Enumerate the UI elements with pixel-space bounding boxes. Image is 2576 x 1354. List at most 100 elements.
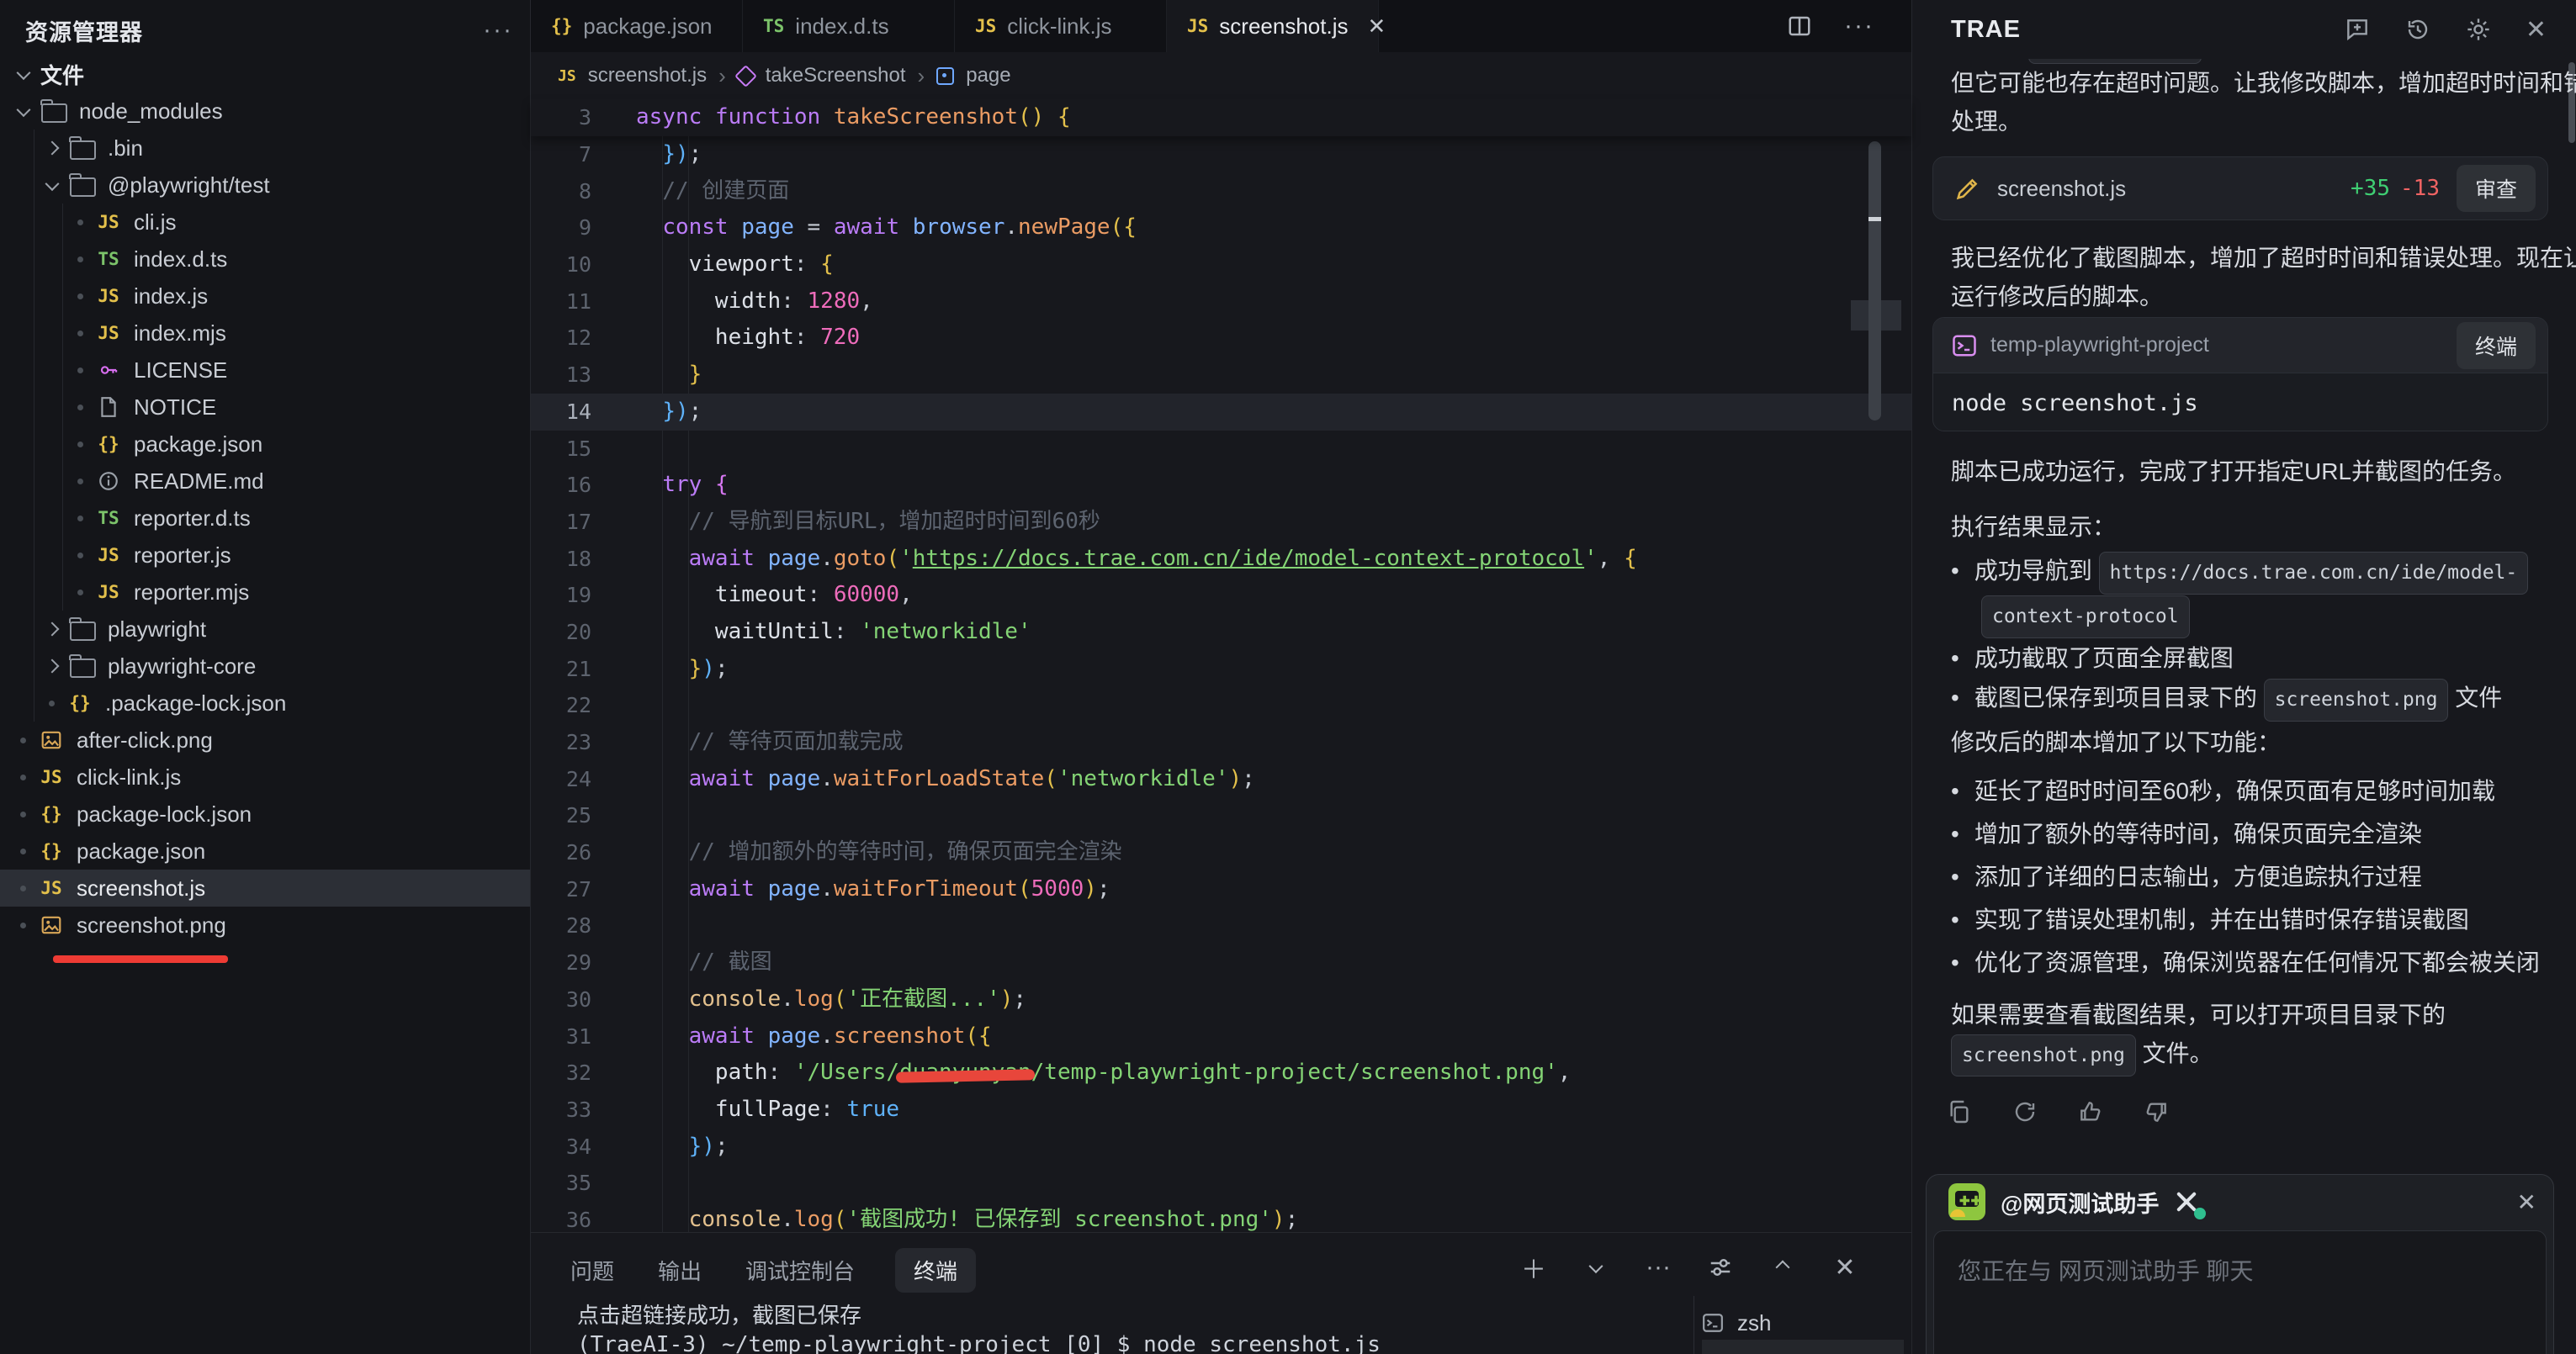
explorer-more-icon[interactable]: ··· (483, 16, 513, 45)
chevron-down-icon[interactable] (1583, 1255, 1609, 1280)
new-chat-icon[interactable] (2344, 16, 2371, 43)
code-line-36[interactable]: 36 console.log('截图成功! 已保存到 screenshot.pn… (531, 1202, 1911, 1232)
history-icon[interactable] (2404, 16, 2431, 43)
split-editor-icon[interactable] (1787, 13, 1812, 39)
diff-card[interactable]: screenshot.js +35 -13 审查 (1932, 156, 2548, 220)
code-line-22[interactable]: 22 (531, 687, 1911, 724)
tree-item-@playwright-test[interactable]: @playwright/test (0, 167, 530, 204)
terminal-output[interactable]: 点击超链接成功，截图已保存 (TraeAI-3) ~/temp-playwrig… (577, 1302, 1381, 1354)
panel-tab-problems[interactable]: 问题 (567, 1248, 617, 1293)
code-line-16[interactable]: 16 try { (531, 467, 1911, 504)
code-line-17[interactable]: 17 // 导航到目标URL，增加超时时间到60秒 (531, 504, 1911, 541)
chat-input[interactable]: 您正在与 网页测试助手 聊天 (1933, 1230, 2547, 1354)
tree-item-cli.js[interactable]: JScli.js (0, 204, 530, 241)
tree-item-LICENSE[interactable]: LICENSE (0, 352, 530, 389)
thumbs-up-icon[interactable] (2077, 1098, 2104, 1125)
code-line-27[interactable]: 27 await page.waitForTimeout(5000); (531, 871, 1911, 908)
code-line-26[interactable]: 26 // 增加额外的等待时间，确保页面完全渲染 (531, 834, 1911, 871)
code-line-32[interactable]: 32 path: '/Users/duanyunyan/temp-playwri… (531, 1055, 1911, 1092)
tree-item-reporter.mjs[interactable]: JSreporter.mjs (0, 574, 530, 611)
code-line-34[interactable]: 34 }); (531, 1129, 1911, 1166)
regenerate-icon[interactable] (2012, 1098, 2038, 1125)
gear-icon[interactable] (2465, 16, 2492, 43)
code-line-30[interactable]: 30 console.log('正在截图...'); (531, 981, 1911, 1018)
code-line-18[interactable]: 18 await page.goto('https://docs.trae.co… (531, 541, 1911, 578)
breadcrumb-symbol[interactable]: takeScreenshot (766, 64, 906, 87)
code-area[interactable]: 7 });8 // 创建页面9 const page = await brows… (531, 136, 1911, 1232)
tree-item-package-lock.json[interactable]: {}package-lock.json (0, 796, 530, 833)
code-line-31[interactable]: 31 await page.screenshot({ (531, 1018, 1911, 1055)
code-line-11[interactable]: 11 width: 1280, (531, 283, 1911, 320)
tree-item-node-modules[interactable]: node_modules (0, 93, 530, 130)
code-line-23[interactable]: 23 // 等待页面加载完成 (531, 724, 1911, 761)
tree-item-after-click.png[interactable]: after-click.png (0, 722, 530, 759)
explorer-title: 资源管理器 (25, 14, 143, 47)
tab-index-d-ts[interactable]: TS index.d.ts (743, 0, 955, 52)
tree-item-index.mjs[interactable]: JSindex.mjs (0, 315, 530, 352)
json-icon: {} (66, 689, 94, 717)
panel-tab-terminal[interactable]: 终端 (895, 1248, 976, 1293)
scrollbar-thumb[interactable] (1868, 141, 1881, 420)
code-line-14[interactable]: 14 }); (531, 394, 1911, 431)
tree-item-playwright-core[interactable]: playwright-core (0, 648, 530, 685)
tree-item-index.d.ts[interactable]: TSindex.d.ts (0, 241, 530, 278)
tab-label: screenshot.js (1219, 13, 1348, 40)
code-line-33[interactable]: 33 fullPage: true (531, 1092, 1911, 1129)
close-panel-icon[interactable]: ✕ (1832, 1255, 1858, 1280)
terminal-settings-icon[interactable] (1708, 1255, 1733, 1280)
thumbs-down-icon[interactable] (2143, 1098, 2170, 1125)
more-actions-icon[interactable]: ··· (1646, 1255, 1671, 1280)
tree-item-reporter.d.ts[interactable]: TSreporter.d.ts (0, 500, 530, 537)
new-terminal-icon[interactable]: ＋ (1521, 1255, 1546, 1280)
tree-item-.bin[interactable]: .bin (0, 130, 530, 167)
code-line-24[interactable]: 24 await page.waitForLoadState('networki… (531, 761, 1911, 798)
close-panel-icon[interactable]: ✕ (2526, 15, 2547, 45)
code-line-9[interactable]: 9 const page = await browser.newPage({ (531, 209, 1911, 246)
code-line-21[interactable]: 21 }); (531, 651, 1911, 688)
code-line-25[interactable]: 25 (531, 797, 1911, 834)
review-button[interactable]: 审查 (2457, 165, 2536, 212)
close-chat-icon[interactable]: ✕ (2517, 1188, 2536, 1216)
editor-scrollbar[interactable] (1858, 136, 1895, 1232)
tree-item-.package-lock.json[interactable]: {}.package-lock.json (0, 685, 530, 722)
code-line-8[interactable]: 8 // 创建页面 (531, 173, 1911, 210)
code-line-10[interactable]: 10 viewport: { (531, 246, 1911, 283)
tree-item-NOTICE[interactable]: NOTICE (0, 389, 530, 426)
tree-item-click-link.js[interactable]: JSclick-link.js (0, 759, 530, 796)
tree-item-playwright[interactable]: playwright (0, 611, 530, 648)
code-line-13[interactable]: 13 } (531, 357, 1911, 394)
code-line-12[interactable]: 12 height: 720 (531, 320, 1911, 357)
code-line-20[interactable]: 20 waitUntil: 'networkidle' (531, 614, 1911, 651)
indent-guide (62, 204, 63, 611)
terminal-run-card[interactable]: temp-playwright-project 终端 node screensh… (1932, 317, 2548, 431)
code-line-15[interactable]: 15 (531, 431, 1911, 468)
tree-item-README.md[interactable]: README.md (0, 463, 530, 500)
panel-tab-output[interactable]: 输出 (655, 1248, 705, 1293)
tree-item-reporter.js[interactable]: JSreporter.js (0, 537, 530, 574)
code-line-35[interactable]: 35 (531, 1165, 1911, 1202)
code-line-28[interactable]: 28 (531, 907, 1911, 944)
open-terminal-button[interactable]: 终端 (2457, 322, 2536, 369)
code-line-19[interactable]: 19 timeout: 60000, (531, 577, 1911, 614)
panel-tab-debug-console[interactable]: 调试控制台 (742, 1248, 858, 1293)
explorer-section-files[interactable]: 文件 (0, 56, 530, 93)
tree-item-package.json[interactable]: {}package.json (0, 833, 530, 870)
tree-item-screenshot.png[interactable]: screenshot.png (0, 907, 530, 944)
code-line-29[interactable]: 29 // 截图 (531, 944, 1911, 981)
editor-more-icon[interactable]: ··· (1844, 12, 1874, 40)
tab-package-json[interactable]: {} package.json (531, 0, 743, 52)
tree-item-package.json[interactable]: {}package.json (0, 426, 530, 463)
code-line-7[interactable]: 7 }); (531, 136, 1911, 173)
tree-item-screenshot.js[interactable]: JSscreenshot.js (0, 870, 530, 907)
code-line-3[interactable]: 3async function takeScreenshot() { (531, 99, 1911, 136)
breadcrumb-member[interactable]: page (966, 64, 1010, 87)
copy-icon[interactable] (1946, 1098, 1973, 1125)
tab-screenshot-js[interactable]: JS screenshot.js ✕ (1167, 0, 1379, 52)
terminal-session-zsh[interactable]: zsh (1702, 1306, 1904, 1340)
terminal-session-partial[interactable] (1702, 1340, 1904, 1354)
tab-click-link-js[interactable]: JS click-link.js (955, 0, 1167, 52)
maximize-panel-icon[interactable] (1770, 1255, 1795, 1280)
chevron-right-icon (45, 141, 60, 156)
breadcrumb-file[interactable]: screenshot.js (588, 64, 707, 87)
tree-item-index.js[interactable]: JSindex.js (0, 278, 530, 315)
